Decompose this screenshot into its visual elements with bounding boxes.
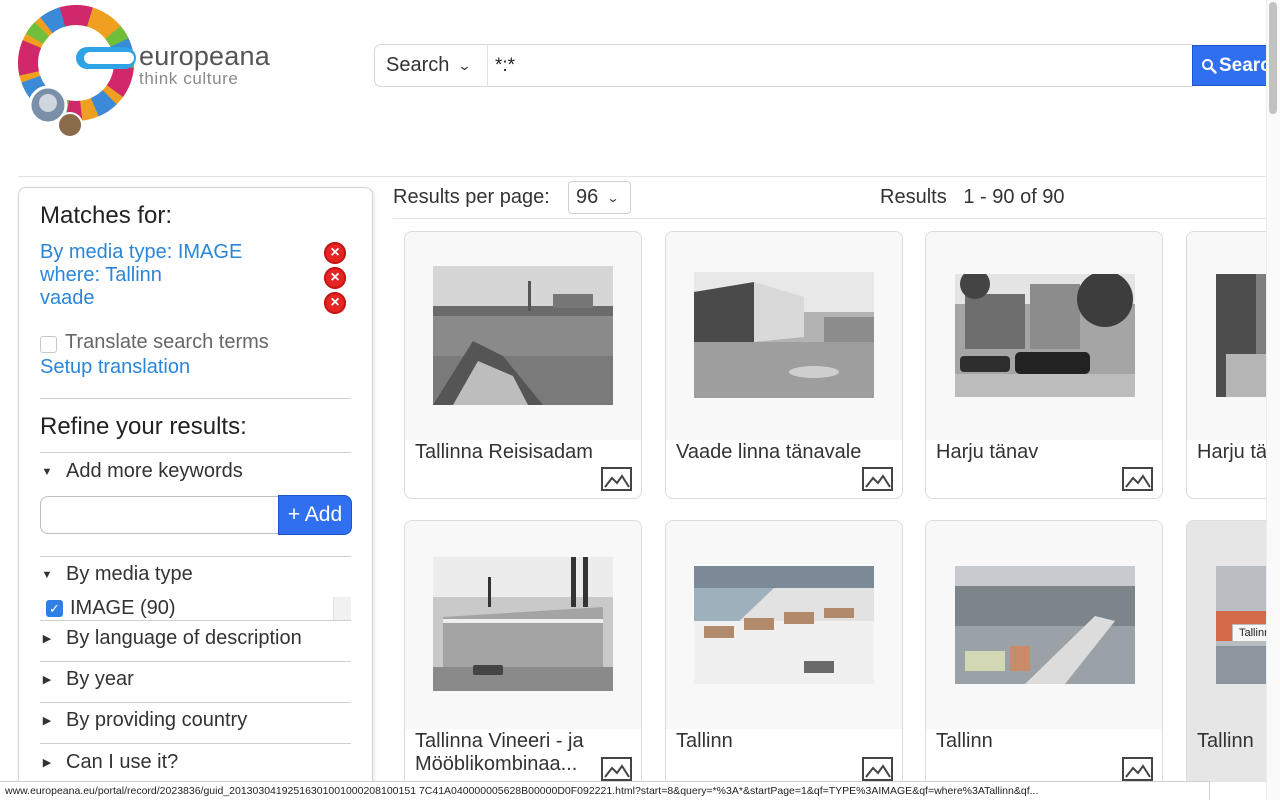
result-title[interactable]: Tallinn (936, 730, 1122, 753)
divider (40, 398, 351, 399)
europeana-logo[interactable]: europeana think culture (18, 5, 278, 141)
search-bar: Search ⌄ Searc (374, 44, 1280, 87)
remove-filter-icon[interactable]: × (324, 242, 346, 264)
image-type-icon (601, 467, 632, 491)
facet-label: By year (66, 668, 134, 690)
facet-label: By providing country (66, 709, 248, 731)
header-divider (18, 176, 1266, 177)
result-thumbnail[interactable] (955, 274, 1135, 397)
facet-add-keywords[interactable]: ▼ Add more keywords (41, 460, 243, 483)
divider (40, 743, 351, 744)
triangle-right-icon: ▶ (42, 674, 52, 686)
translate-checkbox[interactable] (40, 335, 57, 353)
result-title[interactable]: Tallinn (1197, 730, 1266, 753)
facet-rights[interactable]: ▶ Can I use it? (41, 751, 179, 774)
add-keyword-button[interactable]: + Add (278, 495, 352, 535)
facet-label: Add more keywords (66, 460, 243, 482)
search-button-label: Searc (1219, 54, 1271, 76)
result-card[interactable]: Harju tänav (925, 231, 1163, 499)
result-card[interactable]: Tallinna Reisisadam (404, 231, 642, 499)
triangle-right-icon: ▶ (42, 715, 52, 727)
triangle-down-icon: ▼ (41, 568, 53, 581)
results-grid: Tallinna Reisisadam Vaade linna tänavale (393, 222, 1266, 782)
facet-country[interactable]: ▶ By providing country (41, 709, 247, 732)
search-icon (1202, 58, 1217, 74)
checkbox-checked-icon[interactable]: ✓ (46, 600, 63, 617)
image-type-icon (862, 757, 893, 781)
keyword-input[interactable] (40, 496, 280, 534)
result-thumbnail[interactable] (955, 566, 1135, 684)
triangle-right-icon: ▶ (42, 633, 52, 645)
remove-filter-icon[interactable]: × (324, 267, 346, 289)
search-type-dropdown[interactable]: Search ⌄ (374, 44, 488, 87)
image-type-icon (862, 467, 893, 491)
facet-language[interactable]: ▶ By language of description (41, 627, 302, 650)
search-input[interactable] (487, 44, 1193, 87)
logo-mark-icon (18, 5, 136, 138)
results-count-label: Results (880, 186, 947, 208)
image-type-icon (1122, 757, 1153, 781)
result-title[interactable]: Tallinn (676, 730, 862, 753)
result-card[interactable]: Harju tänav (1186, 231, 1266, 499)
result-thumbnail[interactable] (694, 566, 874, 684)
match-keyword[interactable]: vaade (40, 287, 95, 310)
triangle-right-icon: ▶ (42, 757, 52, 769)
setup-translation-link[interactable]: Setup translation (40, 356, 190, 379)
match-where[interactable]: where: Tallinn (40, 264, 162, 287)
refine-sidebar: Matches for: By media type: IMAGE × wher… (18, 187, 373, 800)
result-card[interactable]: Tallinna Vineeri - ja Mööblikombinaa... (404, 520, 642, 782)
results-per-page-select[interactable]: 96 ⌄ (568, 181, 631, 214)
remove-filter-icon[interactable]: × (324, 292, 346, 314)
divider (40, 661, 351, 662)
image-type-icon (1122, 467, 1153, 491)
results-per-page-label: Results per page: (393, 186, 550, 208)
scrollbar-thumb[interactable] (1269, 2, 1277, 114)
facet-scrollbar[interactable] (333, 597, 351, 620)
match-media-type[interactable]: By media type: IMAGE (40, 241, 242, 264)
result-card[interactable]: Tallinn (1186, 520, 1266, 782)
image-type-icon (601, 757, 632, 781)
result-card[interactable]: Vaade linna tänavale (665, 231, 903, 499)
result-card[interactable]: Tallinn (665, 520, 903, 782)
chevron-down-icon: ⌄ (457, 57, 472, 73)
result-title[interactable]: Tallinna Reisisadam (415, 441, 601, 464)
media-option-image[interactable]: ✓ IMAGE (90) (46, 597, 176, 620)
divider (40, 452, 351, 453)
link-status-bar: www.europeana.eu/portal/record/2023836/g… (0, 781, 1210, 800)
facet-label: By media type (66, 563, 193, 585)
result-thumbnail[interactable] (1216, 274, 1266, 397)
result-title[interactable]: Harju tänav (936, 441, 1122, 464)
facet-label: By language of description (66, 627, 302, 649)
facet-label: Can I use it? (66, 751, 179, 773)
page-scrollbar[interactable] (1266, 0, 1280, 800)
translate-label: Translate search terms (65, 331, 269, 353)
result-title[interactable]: Harju tänav (1197, 441, 1266, 464)
divider (40, 702, 351, 703)
result-title[interactable]: Tallinna Vineeri - ja Mööblikombinaa... (415, 730, 601, 776)
media-option-label: IMAGE (90) (70, 597, 176, 619)
refine-title: Refine your results: (40, 413, 247, 440)
result-title[interactable]: Vaade linna tänavale (676, 441, 862, 464)
chevron-down-icon: ⌄ (606, 190, 620, 205)
matches-title: Matches for: (40, 202, 173, 229)
divider (40, 620, 351, 621)
facet-media-type[interactable]: ▼ By media type (41, 563, 193, 586)
results-count: Results 1 - 90 of 90 (880, 186, 1065, 209)
results-divider (393, 218, 1266, 219)
logo-wordmark: europeana (139, 41, 270, 71)
search-button[interactable]: Searc (1192, 45, 1272, 86)
results-per-page-value: 96 (576, 186, 599, 208)
triangle-down-icon: ▼ (41, 465, 53, 478)
search-type-label: Search (386, 54, 450, 76)
divider (40, 556, 351, 557)
result-thumbnail[interactable] (433, 266, 613, 405)
result-thumbnail[interactable] (694, 272, 874, 398)
results-count-range: 1 - 90 of 90 (963, 186, 1065, 208)
result-card[interactable]: Tallinn (925, 520, 1163, 782)
facet-year[interactable]: ▶ By year (41, 668, 134, 691)
translate-option: Translate search terms (40, 331, 269, 354)
logo-tagline: think culture (139, 69, 239, 88)
result-thumbnail[interactable] (433, 557, 613, 691)
